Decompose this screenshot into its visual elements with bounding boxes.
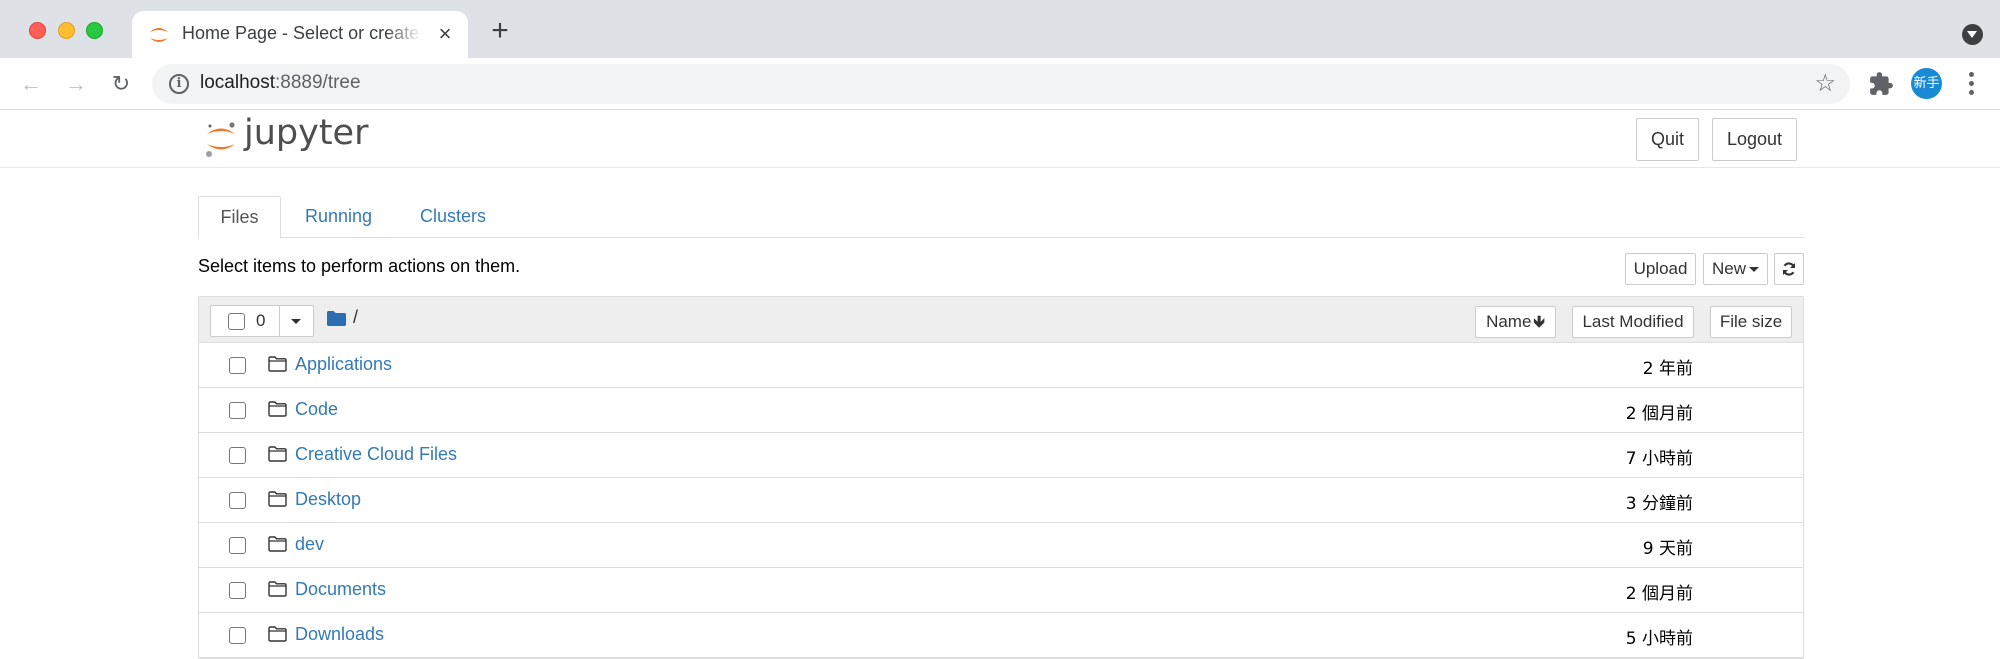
- sort-file-size-button[interactable]: File size: [1710, 306, 1792, 338]
- jupyter-header: jupyter Quit Logout: [0, 111, 2000, 168]
- row-checkbox[interactable]: [229, 627, 246, 644]
- star-icon[interactable]: ☆: [1814, 70, 1836, 98]
- last-modified: 2 個月前: [1625, 584, 1693, 604]
- url-text[interactable]: localhost:8889/tree: [200, 72, 361, 94]
- browser-tab-active[interactable]: Home Page - Select or create a notebook …: [132, 11, 468, 58]
- logout-button[interactable]: Logout: [1712, 118, 1797, 161]
- jupyter-logo-text[interactable]: jupyter: [244, 113, 368, 153]
- upload-button[interactable]: Upload: [1625, 253, 1696, 285]
- file-row[interactable]: Code 2 個月前: [199, 388, 1803, 433]
- file-link[interactable]: Downloads: [295, 624, 384, 645]
- last-modified: 5 小時前: [1625, 629, 1693, 649]
- window-zoom-button[interactable]: [86, 22, 103, 39]
- last-modified: 2 年前: [1642, 359, 1693, 379]
- folder-icon: [268, 536, 287, 552]
- plus-icon[interactable]: +: [487, 16, 513, 46]
- nav-tabs: Files Running Clusters: [198, 196, 1804, 239]
- select-dropdown-button[interactable]: [280, 306, 313, 336]
- select-all-button[interactable]: 0: [211, 306, 280, 336]
- jupyter-logo-icon[interactable]: [204, 119, 238, 159]
- row-checkbox[interactable]: [229, 492, 246, 509]
- window-close-button[interactable]: [29, 22, 46, 39]
- row-checkbox[interactable]: [229, 582, 246, 599]
- breadcrumb-root[interactable]: /: [353, 307, 358, 328]
- selected-count: 0: [256, 311, 266, 330]
- status-text: Select items to perform actions on them.: [198, 256, 521, 276]
- last-modified: 7 小時前: [1625, 449, 1693, 469]
- last-modified: 2 個月前: [1625, 404, 1693, 424]
- refresh-button[interactable]: [1774, 253, 1804, 285]
- url-host: localhost: [200, 72, 275, 93]
- window-minimize-button[interactable]: [58, 22, 75, 39]
- sort-name-label: Name: [1486, 312, 1532, 331]
- folder-icon: [268, 356, 287, 372]
- close-icon[interactable]: ×: [434, 23, 456, 45]
- row-checkbox[interactable]: [229, 402, 246, 419]
- tab-search-icon[interactable]: [1962, 24, 1983, 45]
- sort-name-button[interactable]: Name 🡻: [1475, 306, 1556, 338]
- last-modified: 9 天前: [1642, 539, 1693, 559]
- file-link[interactable]: Creative Cloud Files: [295, 444, 457, 465]
- info-icon[interactable]: i: [169, 74, 189, 94]
- last-modified: 3 分鐘前: [1625, 494, 1693, 514]
- select-all-group: 0: [210, 305, 314, 337]
- row-checkbox[interactable]: [229, 357, 246, 374]
- arrow-down-icon: 🡻: [1533, 314, 1545, 331]
- tab-clusters[interactable]: Clusters: [400, 196, 506, 238]
- folder-icon[interactable]: [327, 311, 346, 326]
- arrow-right-icon[interactable]: →: [61, 69, 91, 99]
- kebab-menu-icon[interactable]: [1964, 71, 1980, 97]
- tab-running[interactable]: Running: [285, 196, 392, 238]
- file-row[interactable]: dev 9 天前: [199, 523, 1803, 568]
- folder-icon: [268, 491, 287, 507]
- file-link[interactable]: dev: [295, 534, 324, 555]
- arrow-left-icon[interactable]: ←: [16, 69, 46, 99]
- file-link[interactable]: Documents: [295, 579, 386, 600]
- reload-icon[interactable]: ↻: [106, 69, 136, 99]
- file-link[interactable]: Desktop: [295, 489, 361, 510]
- caret-down-icon: [291, 319, 301, 324]
- select-all-checkbox[interactable]: [228, 313, 245, 330]
- row-checkbox[interactable]: [229, 447, 246, 464]
- puzzle-icon[interactable]: [1868, 71, 1894, 97]
- file-list: 0 / Name 🡻 Last Modified File size Applic…: [198, 296, 1804, 659]
- file-link[interactable]: Code: [295, 399, 338, 420]
- file-row[interactable]: Applications 2 年前: [199, 343, 1803, 388]
- folder-icon: [268, 446, 287, 462]
- refresh-icon: [1782, 262, 1796, 276]
- file-row[interactable]: Desktop 3 分鐘前: [199, 478, 1803, 523]
- address-bar[interactable]: i localhost:8889/tree ☆: [152, 64, 1850, 104]
- file-row[interactable]: Downloads 5 小時前: [199, 613, 1803, 658]
- quit-button[interactable]: Quit: [1636, 118, 1699, 161]
- file-row[interactable]: Documents 2 個月前: [199, 568, 1803, 613]
- file-link[interactable]: Applications: [295, 354, 392, 375]
- row-checkbox[interactable]: [229, 537, 246, 554]
- jupyter-favicon-icon: [150, 28, 168, 42]
- folder-icon: [268, 401, 287, 417]
- new-button[interactable]: New: [1703, 253, 1768, 285]
- browser-tab-title: Home Page - Select or create a notebook: [182, 23, 422, 43]
- folder-icon: [268, 581, 287, 597]
- profile-avatar[interactable]: 新手: [1911, 68, 1942, 99]
- new-button-label: New: [1711, 259, 1746, 278]
- file-list-header: 0 / Name 🡻 Last Modified File size: [199, 297, 1803, 343]
- sort-last-modified-button[interactable]: Last Modified: [1572, 306, 1694, 338]
- file-row[interactable]: Creative Cloud Files 7 小時前: [199, 433, 1803, 478]
- browser-toolbar: ← → ↻ i localhost:8889/tree ☆ 新手: [0, 58, 2000, 110]
- caret-down-icon: [1749, 267, 1759, 273]
- tab-files[interactable]: Files: [198, 196, 281, 239]
- folder-icon: [268, 626, 287, 642]
- browser-tab-strip: Home Page - Select or create a notebook …: [0, 0, 2000, 58]
- url-path: :8889/tree: [275, 72, 361, 93]
